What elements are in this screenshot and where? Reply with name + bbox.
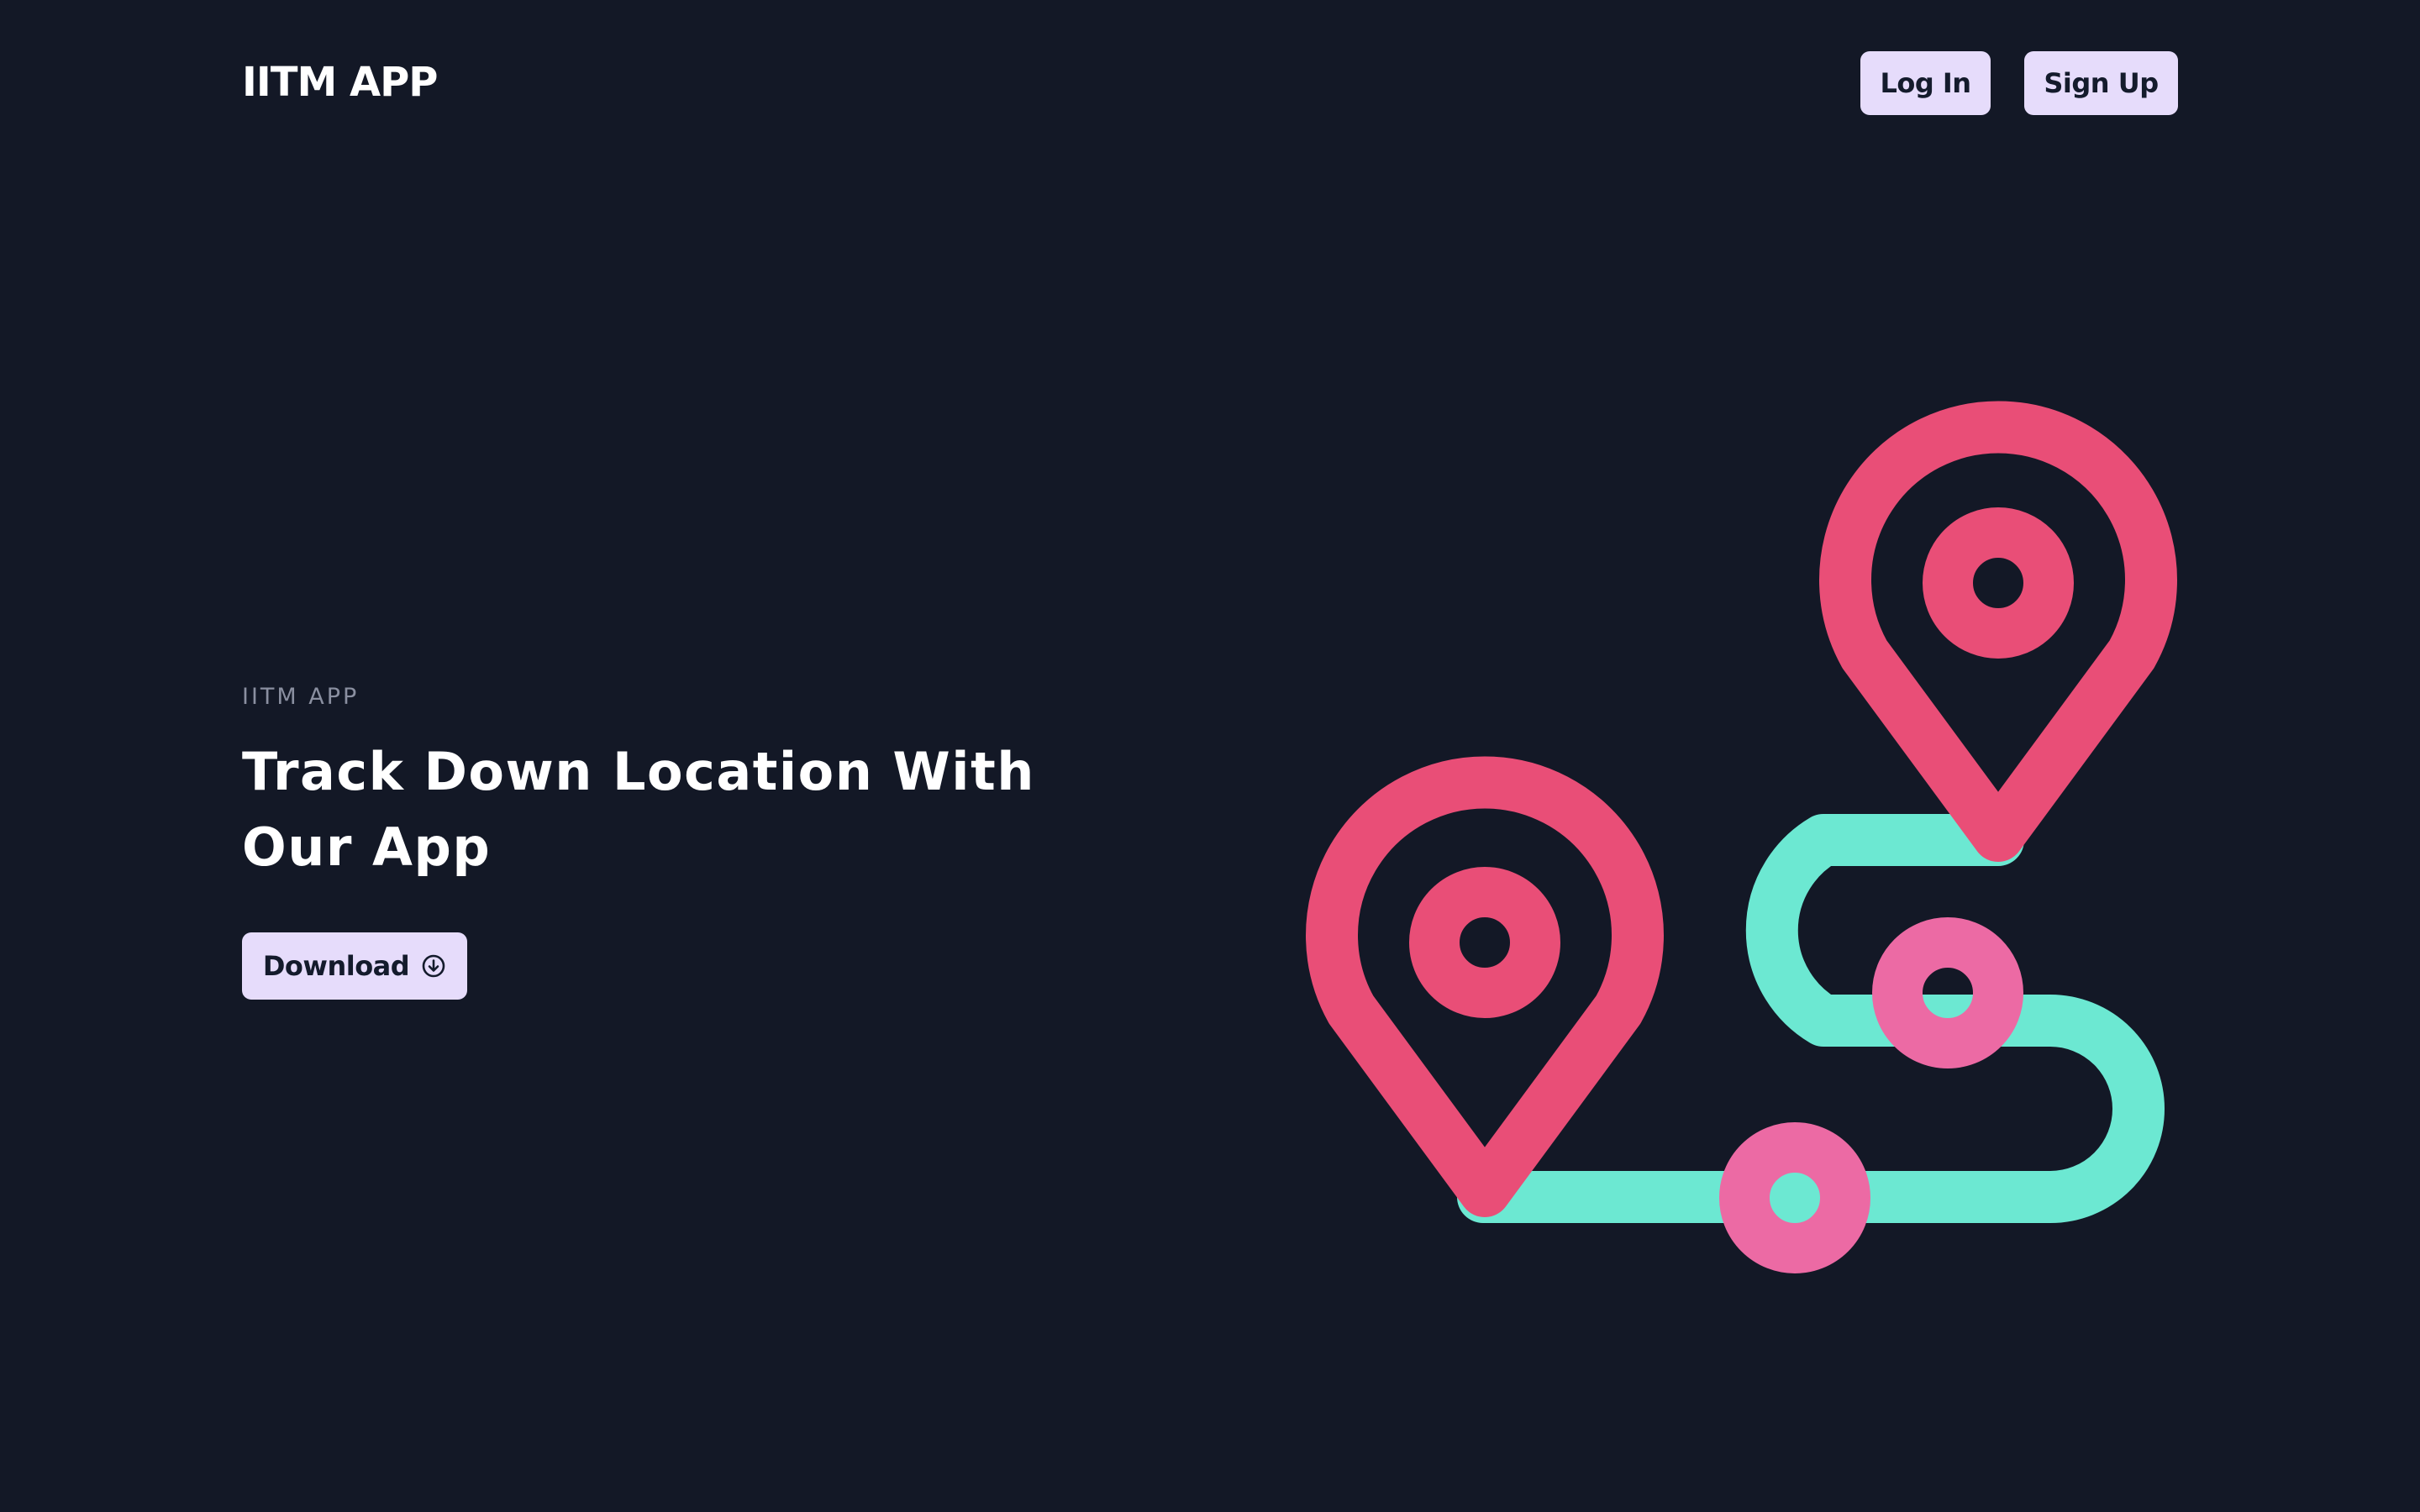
download-button-label: Download	[262, 950, 410, 982]
hero-headline: Track Down Location With Our App	[242, 741, 1035, 878]
landing-page: IITM APP Log In Sign Up IITM APP Track D…	[0, 0, 2420, 1512]
brand-logo[interactable]: IITM APP	[242, 55, 438, 109]
location-pin-left-icon	[1306, 756, 1664, 1217]
waypoint-upper-icon	[1872, 917, 2023, 1068]
hero-eyebrow: IITM APP	[242, 684, 360, 710]
arrow-circle-down-icon	[421, 953, 446, 979]
signup-button[interactable]: Sign Up	[2024, 51, 2178, 115]
download-button[interactable]: Download	[242, 932, 467, 1000]
location-pin-right-icon	[1819, 401, 2177, 862]
route-map-pins-illustration	[1306, 401, 2177, 1273]
login-button[interactable]: Log In	[1860, 51, 1991, 115]
